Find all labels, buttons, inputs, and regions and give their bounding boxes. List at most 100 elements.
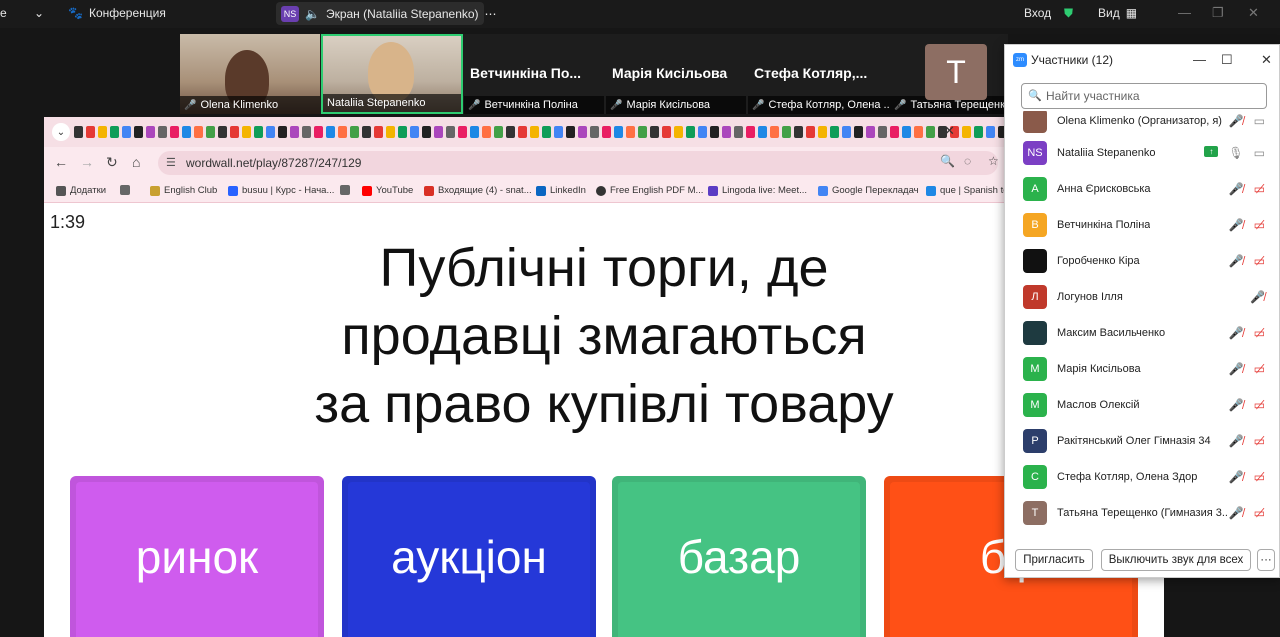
pinned-tab-favicon-icon[interactable]	[338, 126, 347, 138]
participant-row[interactable]: А Анна Єрисковська 🎤̸ ▭̸	[1005, 171, 1279, 207]
mic-muted-icon[interactable]: 🎤̸	[1229, 362, 1244, 376]
participant-row[interactable]: NS Nataliia Stepanenko ↑ 🎙 ▭	[1005, 135, 1279, 171]
pinned-tab-favicon-icon[interactable]	[734, 126, 743, 138]
pinned-tab-favicon-icon[interactable]	[182, 126, 191, 138]
view-button[interactable]: Вид ▦	[1098, 6, 1137, 20]
bookmark-apps[interactable]: Додатки	[56, 185, 106, 196]
pinned-tab-favicon-icon[interactable]	[326, 126, 335, 138]
bookmark-free-english[interactable]: Free English PDF M...	[596, 185, 703, 196]
pinned-tab-favicon-icon[interactable]	[578, 126, 587, 138]
bookmark-gmail[interactable]: Входящие (4) - snat...	[424, 185, 532, 196]
zoom-icon[interactable]: 🔍	[940, 154, 955, 168]
pinned-tab-favicon-icon[interactable]	[806, 126, 815, 138]
pinned-tab-favicon-icon[interactable]	[650, 126, 659, 138]
pinned-tab-favicon-icon[interactable]	[266, 126, 275, 138]
pinned-tab-favicon-icon[interactable]	[986, 126, 995, 138]
close-icon[interactable]: ✕	[1248, 5, 1259, 21]
mic-muted-icon[interactable]: 🎤̸	[1229, 326, 1244, 340]
more-button[interactable]: ···	[1257, 549, 1275, 571]
pinned-tab-favicon-icon[interactable]	[98, 126, 107, 138]
pinned-tab-favicon-icon[interactable]	[782, 126, 791, 138]
answer-option-1[interactable]: ринок	[70, 476, 324, 637]
minimize-icon[interactable]: —	[1193, 52, 1206, 67]
camera-off-icon[interactable]: ▭̸	[1254, 470, 1265, 484]
mic-muted-icon[interactable]: 🎤̸	[1229, 114, 1244, 128]
pinned-tab-favicon-icon[interactable]	[74, 126, 83, 138]
star-icon[interactable]: ☆	[988, 154, 999, 168]
pinned-tab-favicon-icon[interactable]	[446, 126, 455, 138]
pinned-tab-favicon-icon[interactable]	[110, 126, 119, 138]
grid-icon[interactable]	[120, 185, 130, 195]
mic-muted-icon[interactable]: 🎤̸	[1250, 290, 1265, 304]
bookmark-youtube[interactable]: YouTube	[362, 185, 413, 196]
pinned-tab-favicon-icon[interactable]	[710, 126, 719, 138]
pinned-tab-favicon-icon[interactable]	[914, 126, 923, 138]
pinned-tab-favicon-icon[interactable]	[566, 126, 575, 138]
mic-muted-icon[interactable]: 🎤̸	[1229, 254, 1244, 268]
answer-option-2[interactable]: аукціон	[342, 476, 596, 637]
bookmark-spanishdict[interactable]: que | Spanish to	[926, 185, 1009, 196]
pinned-tab-favicon-icon[interactable]	[530, 126, 539, 138]
participant-row[interactable]: Т Татьяна Терещенко (Гимназия 3... 🎤̸ ▭̸	[1005, 495, 1279, 531]
pinned-tab-favicon-icon[interactable]	[230, 126, 239, 138]
pinned-tab-favicon-icon[interactable]	[962, 126, 971, 138]
pinned-tab-favicon-icon[interactable]	[698, 126, 707, 138]
pinned-tab-favicon-icon[interactable]	[506, 126, 515, 138]
pinned-tab-favicon-icon[interactable]	[794, 126, 803, 138]
pinned-tab-favicon-icon[interactable]	[470, 126, 479, 138]
conference-button[interactable]: 🐾 Конференция	[68, 6, 166, 20]
mic-muted-icon[interactable]: 🎤̸	[1229, 218, 1244, 232]
pinned-tab-favicon-icon[interactable]	[362, 126, 371, 138]
pinned-tab-favicon-icon[interactable]	[686, 126, 695, 138]
close-icon[interactable]: ✕	[1261, 52, 1272, 68]
camera-off-icon[interactable]: ▭̸	[1254, 362, 1265, 376]
pinned-tab-favicon-icon[interactable]	[290, 126, 299, 138]
pinned-tab-favicon-icon[interactable]	[902, 126, 911, 138]
pinned-tab-favicon-icon[interactable]	[482, 126, 491, 138]
video-tile[interactable]: Марія Кисільова 🎤 Марія Кисільова	[606, 34, 746, 114]
pinned-tab-favicon-icon[interactable]	[278, 126, 287, 138]
video-tile[interactable]: Ветчинкіна По... 🎤 Ветчинкіна Поліна	[464, 34, 604, 114]
pinned-tab-favicon-icon[interactable]	[542, 126, 551, 138]
answer-option-3[interactable]: базар	[612, 476, 866, 637]
pinned-tab-favicon-icon[interactable]	[842, 126, 851, 138]
mute-all-button[interactable]: Выключить звук для всех	[1101, 549, 1251, 571]
camera-off-icon[interactable]: ▭̸	[1254, 182, 1265, 196]
pinned-tab-favicon-icon[interactable]	[398, 126, 407, 138]
mic-muted-icon[interactable]: 🎤̸	[1229, 470, 1244, 484]
participant-row[interactable]: Горобченко Кіра 🎤̸ ▭̸	[1005, 243, 1279, 279]
more-options-icon[interactable]: ⋯	[485, 7, 497, 21]
participant-row[interactable]: С Стефа Котляр, Олена Здор 🎤̸ ▭̸	[1005, 459, 1279, 495]
pinned-tab-favicon-icon[interactable]	[878, 126, 887, 138]
bookmark-lingoda[interactable]: Lingoda live: Meet...	[708, 185, 807, 196]
camera-off-icon[interactable]: ▭̸	[1254, 434, 1265, 448]
camera-on-icon[interactable]: ▭	[1254, 146, 1265, 160]
mic-on-icon[interactable]: 🎙	[1228, 146, 1243, 160]
participant-row[interactable]: Максим Васильченко 🎤̸ ▭̸	[1005, 315, 1279, 351]
screen-share-info[interactable]: NS 🔈 Экран (Nataliia Stepanenko) ⋯	[281, 6, 497, 22]
pinned-tab-favicon-icon[interactable]	[830, 126, 839, 138]
close-tab-icon[interactable]: ✕	[944, 123, 955, 139]
reload-icon[interactable]: ↻	[106, 154, 118, 171]
video-tile[interactable]: Стефа Котляр,... 🎤 Стефа Котляр, Олена ..…	[748, 34, 890, 114]
chevron-down-icon[interactable]: ⌄	[34, 6, 44, 20]
camera-on-icon[interactable]: ▭	[1254, 114, 1265, 128]
login-button[interactable]: Вход	[1024, 6, 1051, 20]
forward-icon[interactable]: →	[80, 154, 94, 170]
pinned-tab-favicon-icon[interactable]	[722, 126, 731, 138]
pinned-tab-favicon-icon[interactable]	[86, 126, 95, 138]
pinned-tab-favicon-icon[interactable]	[494, 126, 503, 138]
mic-muted-icon[interactable]: 🎤̸	[1229, 398, 1244, 412]
pinned-tab-favicon-icon[interactable]	[662, 126, 671, 138]
pinned-tab-favicon-icon[interactable]	[170, 126, 179, 138]
pinned-tab-favicon-icon[interactable]	[974, 126, 983, 138]
bookmark-english-club[interactable]: English Club	[150, 185, 217, 196]
participant-search-input[interactable]: 🔍 Найти участника	[1021, 83, 1267, 109]
bookmark-google-translate[interactable]: Google Перекладач	[818, 185, 919, 196]
pinned-tab-favicon-icon[interactable]	[374, 126, 383, 138]
bookmark-figure[interactable]	[340, 185, 350, 195]
pinned-tab-favicon-icon[interactable]	[866, 126, 875, 138]
video-tile-active-speaker[interactable]: Nataliia Stepanenko	[321, 34, 463, 114]
participant-row[interactable]: Л Логунов Ілля 🎤̸	[1005, 279, 1279, 315]
pinned-tab-favicon-icon[interactable]	[674, 126, 683, 138]
